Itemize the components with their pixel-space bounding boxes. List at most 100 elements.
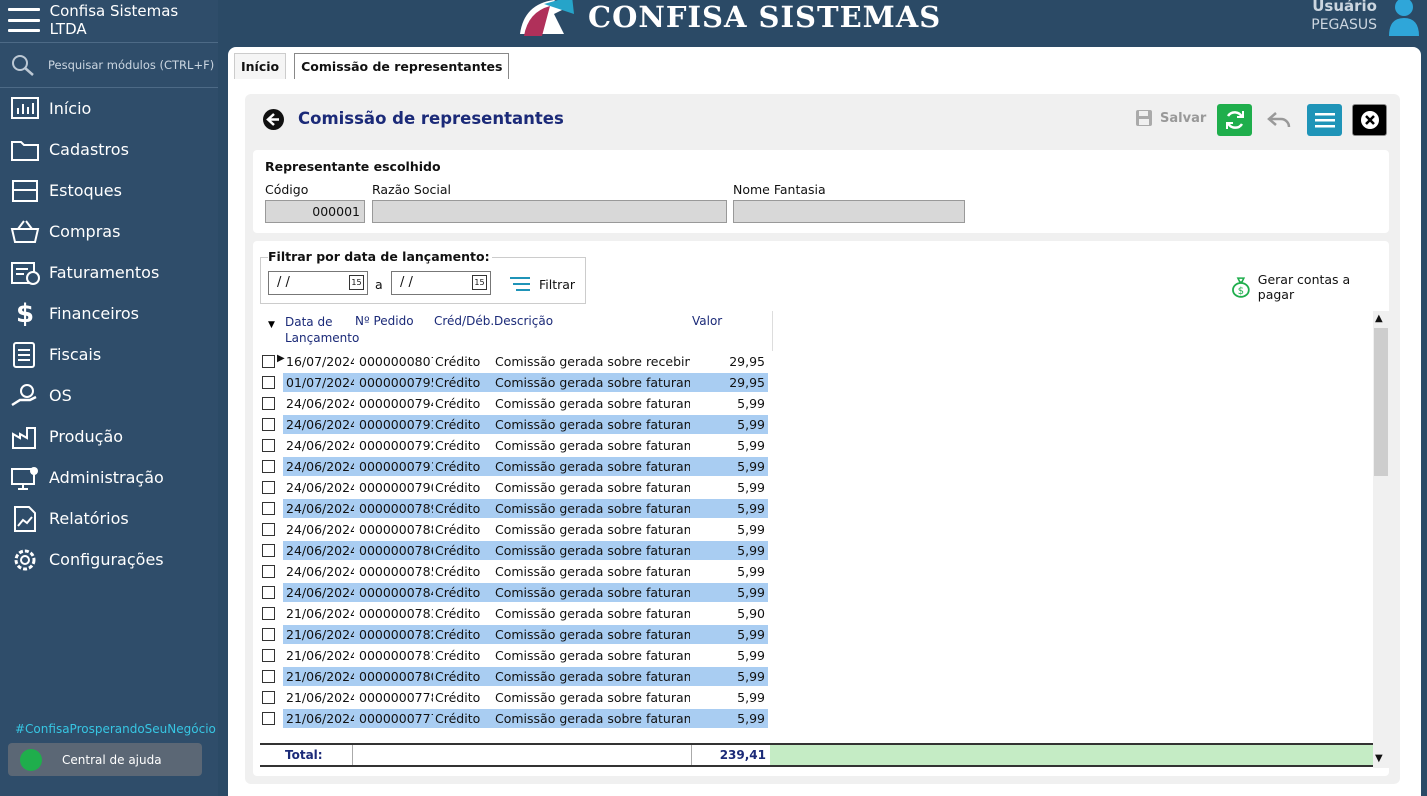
row-checkbox[interactable] <box>262 418 275 431</box>
table-row[interactable]: 24/06/2024 0000000793 Crédito Comissão gera… <box>253 414 773 435</box>
cell-desc: Comissão gerada sobre faturamen <box>495 606 690 621</box>
table-row[interactable]: 24/06/2024 0000000788 Crédito Comissão gera… <box>253 519 773 540</box>
hashtag-text: #ConfisaProsperandoSeuNegócio <box>15 722 216 736</box>
calendar-icon[interactable]: 15 <box>349 275 364 290</box>
user-icon[interactable] <box>1387 0 1421 36</box>
tab-comissao[interactable]: Comissão de representantes <box>294 53 510 79</box>
row-checkbox[interactable] <box>262 481 275 494</box>
sort-icon[interactable]: ▼ <box>268 320 275 330</box>
row-checkbox[interactable] <box>262 670 275 683</box>
cell-cred: Crédito <box>435 669 481 684</box>
menu-icon[interactable] <box>8 8 40 32</box>
filter-button[interactable]: Filtrar <box>510 276 575 292</box>
razao-field[interactable] <box>372 200 727 223</box>
sidebar-item-label: Compras <box>49 222 121 241</box>
table-row[interactable]: 24/06/2024 0000000785 Crédito Comissão gera… <box>253 561 773 582</box>
row-checkbox[interactable] <box>262 649 275 662</box>
help-center-button[interactable]: Central de ajuda <box>8 743 202 776</box>
table-row[interactable]: 24/06/2024 0000000791 Crédito Comissão gera… <box>253 456 773 477</box>
table-row[interactable]: 21/06/2024 0000000782 Crédito Comissão gera… <box>253 624 773 645</box>
cell-valor: 5,99 <box>737 543 765 558</box>
col-valor[interactable]: Valor <box>692 314 722 328</box>
col-data[interactable]: Data de Lançamento <box>285 314 359 346</box>
col-desc[interactable]: Descrição <box>494 314 553 328</box>
sidebar-item-financeiros[interactable]: $ Financeiros <box>0 293 218 334</box>
table-row[interactable]: 01/07/2024 0000000795 Crédito Comissão gera… <box>253 372 773 393</box>
table-row[interactable]: 24/06/2024 0000000789 Crédito Comissão gera… <box>253 498 773 519</box>
sidebar-item-label: Administração <box>49 468 164 487</box>
row-checkbox[interactable] <box>262 628 275 641</box>
user-info[interactable]: Usuário PEGASUS <box>1311 0 1377 33</box>
save-button[interactable]: Salvar <box>1135 109 1206 127</box>
table-row[interactable]: 24/06/2024 0000000792 Crédito Comissão gera… <box>253 435 773 456</box>
sidebar-item-cadastros[interactable]: Cadastros <box>0 129 218 170</box>
sidebar-item-relatorios[interactable]: Relatórios <box>0 498 218 539</box>
table-row[interactable]: 21/06/2024 0000000783 Crédito Comissão gera… <box>253 603 773 624</box>
sidebar-nav: Início Cadastros Estoques Compras Fatura… <box>0 88 218 580</box>
cell-data: 16/07/2024 <box>286 354 354 369</box>
sidebar-item-os[interactable]: OS <box>0 375 218 416</box>
row-checkbox[interactable] <box>262 397 275 410</box>
generate-payables-button[interactable]: $ Gerar contas a pagar <box>1231 272 1389 302</box>
row-checkbox[interactable] <box>262 376 275 389</box>
fantasia-field[interactable] <box>733 200 965 223</box>
module-search[interactable]: Pesquisar módulos (CTRL+F) <box>0 42 218 88</box>
undo-button[interactable] <box>1261 104 1296 136</box>
row-checkbox[interactable] <box>262 460 275 473</box>
sidebar-item-fiscais[interactable]: Fiscais <box>0 334 218 375</box>
codigo-field[interactable]: 000001 <box>265 200 365 223</box>
scroll-thumb[interactable] <box>1374 328 1388 476</box>
scroll-down-icon[interactable]: ▼ <box>1375 753 1383 764</box>
table-row[interactable]: 24/06/2024 0000000786 Crédito Comissão gera… <box>253 540 773 561</box>
sidebar-item-estoques[interactable]: Estoques <box>0 170 218 211</box>
table-row[interactable]: 21/06/2024 0000000780 Crédito Comissão gera… <box>253 666 773 687</box>
table-row[interactable]: ▶ 16/07/2024 0000000807 Crédito Comissão ger… <box>253 351 773 372</box>
row-checkbox[interactable] <box>262 439 275 452</box>
date-separator: a <box>375 277 383 292</box>
sidebar-item-label: Estoques <box>49 181 122 200</box>
cell-valor: 5,99 <box>737 459 765 474</box>
sidebar-item-faturamentos[interactable]: Faturamentos <box>0 252 218 293</box>
sidebar-item-inicio[interactable]: Início <box>0 88 218 129</box>
header: CONFISA SISTEMAS Usuário PEGASUS <box>218 0 1427 47</box>
total-label: Total: <box>285 748 323 762</box>
sidebar-item-producao[interactable]: Produção <box>0 416 218 457</box>
table-row[interactable]: 24/06/2024 0000000784 Crédito Comissão gera… <box>253 582 773 603</box>
invoice-icon <box>8 257 42 289</box>
close-button[interactable] <box>1352 104 1387 136</box>
date-from-input[interactable]: / / 15 <box>268 271 368 295</box>
back-icon[interactable] <box>263 109 284 130</box>
row-checkbox[interactable] <box>262 607 275 620</box>
table-row[interactable]: 24/06/2024 0000000790 Crédito Comissão gera… <box>253 477 773 498</box>
row-checkbox[interactable] <box>262 544 275 557</box>
main-content: Início Comissão de representantes Comiss… <box>228 47 1421 796</box>
table-row[interactable]: 21/06/2024 0000000778 Crédito Comissão gera… <box>253 687 773 708</box>
col-pedido[interactable]: Nº Pedido <box>355 314 414 328</box>
row-checkbox[interactable] <box>262 691 275 704</box>
scroll-up-icon[interactable]: ▲ <box>1375 313 1383 324</box>
menu-button[interactable] <box>1307 104 1342 136</box>
calendar-icon[interactable]: 15 <box>472 275 487 290</box>
date-to-input[interactable]: / / 15 <box>391 271 491 295</box>
row-checkbox[interactable] <box>262 523 275 536</box>
tab-inicio[interactable]: Início <box>234 53 287 79</box>
col-cred[interactable]: Créd/Déb. <box>434 314 494 328</box>
row-checkbox[interactable] <box>262 586 275 599</box>
row-checkbox[interactable] <box>262 565 275 578</box>
row-checkbox[interactable] <box>262 502 275 515</box>
row-checkbox[interactable] <box>262 712 275 725</box>
row-checkbox[interactable] <box>262 355 275 368</box>
cell-pedido: 0000000791 <box>359 459 433 474</box>
table-row[interactable]: 24/06/2024 0000000794 Crédito Comissão gera… <box>253 393 773 414</box>
save-label: Salvar <box>1160 110 1207 126</box>
cell-data: 24/06/2024 <box>286 459 354 474</box>
cell-pedido: 0000000778 <box>359 690 433 705</box>
sidebar-item-configuracoes[interactable]: Configurações <box>0 539 218 580</box>
save-icon <box>1136 110 1152 126</box>
table-row[interactable]: 21/06/2024 0000000777 Crédito Comissão gera… <box>253 708 773 729</box>
refresh-button[interactable] <box>1217 104 1252 136</box>
sidebar-item-compras[interactable]: Compras <box>0 211 218 252</box>
table-row[interactable]: 21/06/2024 0000000781 Crédito Comissão gera… <box>253 645 773 666</box>
cell-pedido: 0000000784 <box>359 585 433 600</box>
sidebar-item-administracao[interactable]: Administração <box>0 457 218 498</box>
